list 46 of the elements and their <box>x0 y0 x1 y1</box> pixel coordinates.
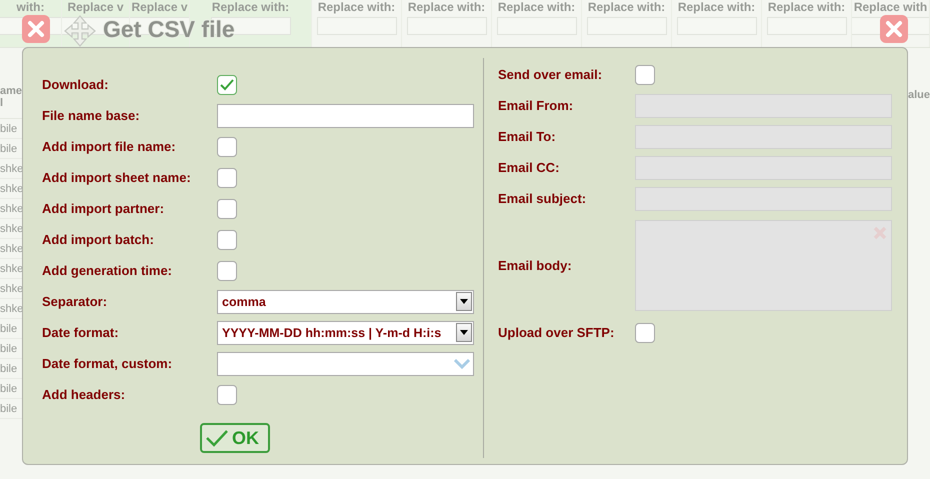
chevron-icon[interactable] <box>454 358 470 368</box>
caret-icon <box>460 299 468 304</box>
column-header: Replace with: <box>312 0 402 47</box>
field-label: Add import sheet name: <box>42 170 192 185</box>
field-label: Email CC: <box>498 160 560 175</box>
checkbox[interactable] <box>635 64 655 84</box>
column-header: Replace with: <box>492 0 582 47</box>
field-label: Add generation time: <box>42 263 174 278</box>
column-header: Replace with: <box>582 0 672 47</box>
column-header: Replace with: <box>762 0 852 47</box>
close-icon[interactable] <box>880 15 908 43</box>
caret-icon <box>460 330 468 335</box>
move-icon[interactable] <box>64 15 96 47</box>
field-label: Email To: <box>498 129 557 144</box>
column-header: alue <box>908 88 930 101</box>
field-label: Separator: <box>42 294 108 309</box>
field-label: Upload over SFTP: <box>498 325 616 340</box>
checkbox[interactable] <box>217 168 237 188</box>
combo-field[interactable] <box>217 352 474 376</box>
close-icon[interactable] <box>22 15 50 43</box>
field-label: File name base: <box>42 108 141 123</box>
check-icon <box>206 429 228 447</box>
field-label: Send over email: <box>498 67 604 82</box>
column-header: Replace with: <box>402 0 492 47</box>
field-label: Email From: <box>498 98 574 113</box>
checkbox[interactable] <box>217 260 237 280</box>
field-label: Download: <box>42 77 110 92</box>
checkbox[interactable] <box>217 74 237 94</box>
select-field[interactable]: YYYY-MM-DD hh:mm:ss | Y-m-d H:i:s <box>217 320 474 344</box>
field-label: Add import partner: <box>42 201 166 216</box>
field-label: Email subject: <box>498 191 588 206</box>
column-header: Replace with: <box>672 0 762 47</box>
field-label: Add import batch: <box>42 232 155 247</box>
checkbox[interactable] <box>217 230 237 250</box>
text-field[interactable] <box>217 104 474 128</box>
checkbox[interactable] <box>217 198 237 218</box>
field-label: Date format, custom: <box>42 356 174 371</box>
field-label: Add import file name: <box>42 139 177 154</box>
window-title: Get CSV file <box>103 16 235 42</box>
checkbox[interactable] <box>217 384 237 404</box>
select-field[interactable]: comma <box>217 290 474 314</box>
field-label: Add headers: <box>42 387 126 402</box>
checkbox[interactable] <box>635 322 655 342</box>
checkbox[interactable] <box>217 136 237 156</box>
field-label: Date format: <box>42 325 120 340</box>
field-label: Email body: <box>498 258 573 273</box>
